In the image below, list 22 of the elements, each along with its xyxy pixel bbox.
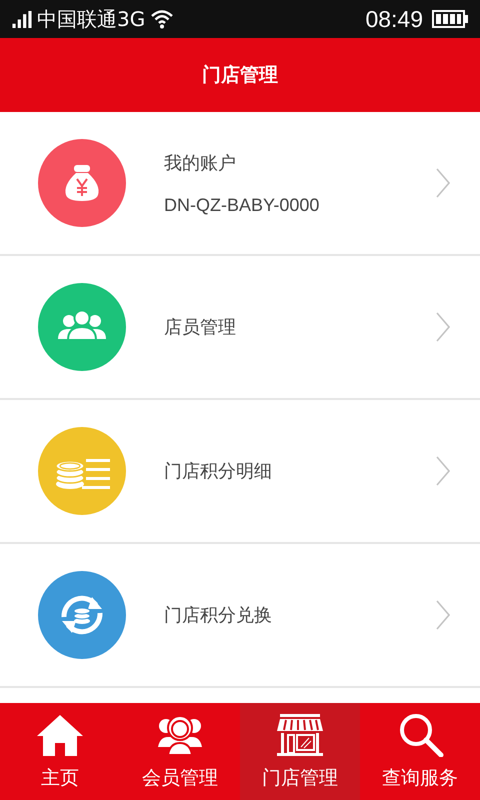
signal-icon — [12, 10, 32, 28]
account-number: DN-QZ-BABY-0000 — [164, 194, 320, 216]
page-title: 门店管理 — [202, 63, 278, 88]
chevron-right-icon — [436, 456, 450, 486]
clock-time: 08:49 — [365, 6, 423, 32]
menu-label: 门店积分兑换 — [164, 604, 273, 627]
menu-row[interactable]: 店员管理 — [0, 256, 480, 400]
menu-label: 门店积分明细 — [164, 460, 273, 483]
battery-icon — [432, 10, 468, 28]
menu-row[interactable]: 我的账户 DN-QZ-BABY-0000 — [0, 112, 480, 256]
menu-row[interactable]: 门店积分明细 — [0, 400, 480, 544]
storefront-icon — [276, 712, 324, 756]
menu-label: 我的账户 — [164, 152, 237, 174]
chevron-right-icon — [436, 600, 450, 630]
wifi-icon — [150, 9, 174, 29]
house-icon — [36, 712, 84, 756]
tab-button[interactable]: 门店管理 — [240, 703, 360, 800]
menu-label: 店员管理 — [164, 316, 237, 339]
chevron-right-icon — [436, 312, 450, 342]
menu-row[interactable]: 门店积分兑换 — [0, 544, 480, 688]
carrier-name: 中国联通3G — [37, 6, 146, 32]
chevron-right-icon — [436, 168, 450, 198]
